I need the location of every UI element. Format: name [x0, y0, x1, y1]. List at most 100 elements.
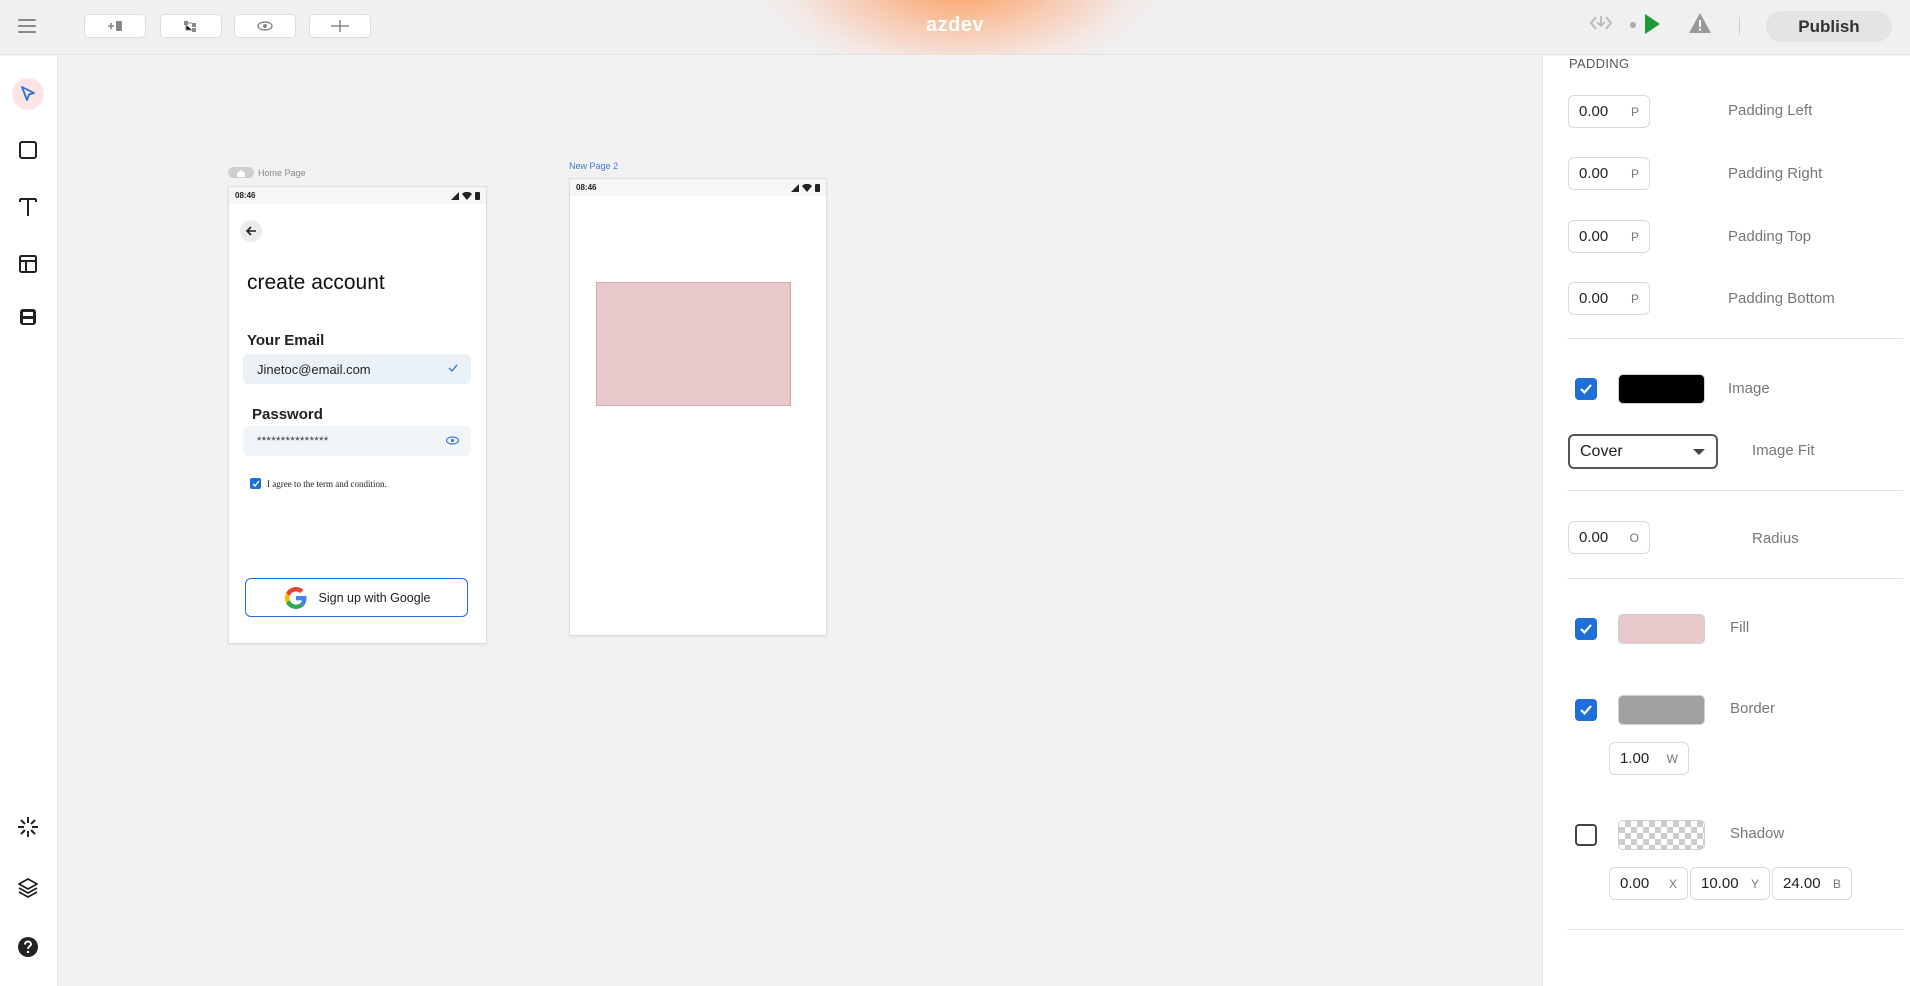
- fill-color-swatch[interactable]: [1618, 614, 1705, 644]
- email-field[interactable]: Jinetoc@email.com: [243, 354, 471, 384]
- image-label: Image: [1728, 380, 1770, 397]
- add-button[interactable]: [309, 14, 371, 38]
- image-fit-select[interactable]: Cover: [1568, 434, 1718, 469]
- add-component-icon: [108, 21, 122, 31]
- radius-input[interactable]: 0.00 O: [1568, 521, 1650, 554]
- layers-icon: [18, 878, 38, 898]
- help-icon: [18, 937, 38, 957]
- status-time: 08:46: [235, 191, 256, 200]
- code-icon: [1589, 16, 1613, 30]
- ai-tool[interactable]: [12, 811, 44, 843]
- chevron-down-icon: [1693, 448, 1705, 455]
- save-tool[interactable]: [12, 301, 44, 333]
- wifi-icon: [462, 191, 472, 200]
- border-width-input[interactable]: 1.00 W: [1609, 742, 1689, 775]
- signal-icon: [451, 191, 459, 200]
- terms-row[interactable]: I agree to the term and condition.: [250, 478, 387, 489]
- image-checkbox[interactable]: [1575, 378, 1597, 400]
- warning-icon: [1689, 13, 1711, 33]
- help-tool[interactable]: [12, 931, 44, 963]
- padding-right-input[interactable]: 0.00 P: [1568, 157, 1650, 190]
- radius-unit: O: [1629, 530, 1639, 545]
- padding-right-unit: P: [1630, 166, 1639, 181]
- left-toolbar: [0, 56, 58, 986]
- select-tool[interactable]: [12, 78, 44, 110]
- back-button[interactable]: [240, 220, 262, 242]
- google-button-label: Sign up with Google: [318, 590, 431, 605]
- publish-button[interactable]: Publish: [1766, 11, 1892, 42]
- save-icon: [20, 309, 36, 325]
- selected-rectangle[interactable]: [596, 282, 791, 406]
- shadow-x-unit: X: [1668, 876, 1677, 891]
- text-icon: [19, 198, 37, 216]
- layers-tool[interactable]: [12, 872, 44, 904]
- battery-icon: [815, 183, 820, 192]
- padding-left-unit: P: [1630, 104, 1639, 119]
- shadow-y-input[interactable]: 10.00 Y: [1690, 867, 1770, 900]
- shadow-blur-value: 24.00: [1783, 875, 1821, 892]
- shadow-color-swatch[interactable]: [1618, 820, 1705, 850]
- border-color-swatch[interactable]: [1618, 695, 1705, 725]
- play-button[interactable]: [1642, 12, 1662, 36]
- shadow-checkbox[interactable]: [1575, 824, 1597, 846]
- eye-icon[interactable]: [446, 436, 459, 445]
- padding-top-unit: P: [1630, 229, 1639, 244]
- frame-title: Home Page: [258, 167, 306, 178]
- terms-text: I agree to the term and condition.: [267, 478, 387, 489]
- divider: [1567, 338, 1903, 339]
- play-icon: [1645, 14, 1660, 34]
- hierarchy-button[interactable]: [160, 14, 222, 38]
- padding-bottom-value: 0.00: [1579, 290, 1609, 307]
- password-label: Password: [252, 406, 323, 423]
- radius-label: Radius: [1752, 530, 1799, 547]
- terms-checkbox[interactable]: [250, 478, 261, 489]
- hamburger-menu-icon[interactable]: [18, 16, 36, 36]
- eye-icon: [257, 21, 273, 31]
- frame-label-page2[interactable]: New Page 2: [569, 161, 618, 171]
- plus-icon: [331, 20, 349, 32]
- radius-value: 0.00: [1579, 529, 1609, 546]
- arrow-left-icon: [245, 226, 256, 236]
- padding-left-label: Padding Left: [1728, 102, 1813, 119]
- fill-label: Fill: [1730, 619, 1750, 636]
- divider: [1567, 578, 1903, 579]
- rectangle-icon: [19, 141, 37, 159]
- padding-bottom-unit: P: [1630, 291, 1639, 306]
- padding-right-value: 0.00: [1579, 165, 1609, 182]
- shadow-label: Shadow: [1730, 825, 1785, 842]
- text-tool[interactable]: [12, 191, 44, 223]
- layout-icon: [19, 255, 37, 273]
- padding-left-value: 0.00: [1579, 103, 1609, 120]
- checkmark-icon: [1580, 624, 1592, 635]
- warnings-button[interactable]: [1688, 12, 1712, 34]
- border-checkbox[interactable]: [1575, 699, 1597, 721]
- padding-left-input[interactable]: 0.00 P: [1568, 95, 1650, 128]
- code-export-button[interactable]: [1589, 12, 1613, 34]
- shadow-x-input[interactable]: 0.00 X: [1609, 867, 1688, 900]
- status-bar: 08:46: [570, 179, 826, 196]
- layout-tool[interactable]: [12, 248, 44, 280]
- divider: [1567, 490, 1903, 491]
- frame-label-home[interactable]: Home Page: [228, 167, 306, 178]
- password-field[interactable]: ***************: [243, 426, 471, 456]
- checkmark-icon: [1580, 705, 1592, 716]
- phone-frame-home[interactable]: 08:46 create account Your Email Jinetoc@…: [228, 186, 487, 644]
- shadow-y-value: 10.00: [1701, 875, 1739, 892]
- status-icons: [791, 183, 820, 192]
- status-dot-icon: [1630, 22, 1636, 28]
- shadow-blur-input[interactable]: 24.00 B: [1772, 867, 1852, 900]
- padding-bottom-input[interactable]: 0.00 P: [1568, 282, 1650, 315]
- rectangle-tool[interactable]: [12, 134, 44, 166]
- shadow-blur-unit: B: [1832, 876, 1841, 891]
- shadow-x-value: 0.00: [1620, 875, 1650, 892]
- preview-button[interactable]: [234, 14, 296, 38]
- google-signup-button[interactable]: Sign up with Google: [245, 578, 468, 617]
- image-color-swatch[interactable]: [1618, 374, 1705, 404]
- add-component-button[interactable]: [84, 14, 146, 38]
- fill-checkbox[interactable]: [1575, 618, 1597, 640]
- home-icon: [228, 167, 254, 178]
- properties-panel: PADDING 0.00 P Padding Left 0.00 P Paddi…: [1542, 56, 1910, 986]
- phone-frame-page2[interactable]: 08:46: [569, 178, 827, 636]
- battery-icon: [475, 191, 480, 200]
- padding-top-input[interactable]: 0.00 P: [1568, 220, 1650, 253]
